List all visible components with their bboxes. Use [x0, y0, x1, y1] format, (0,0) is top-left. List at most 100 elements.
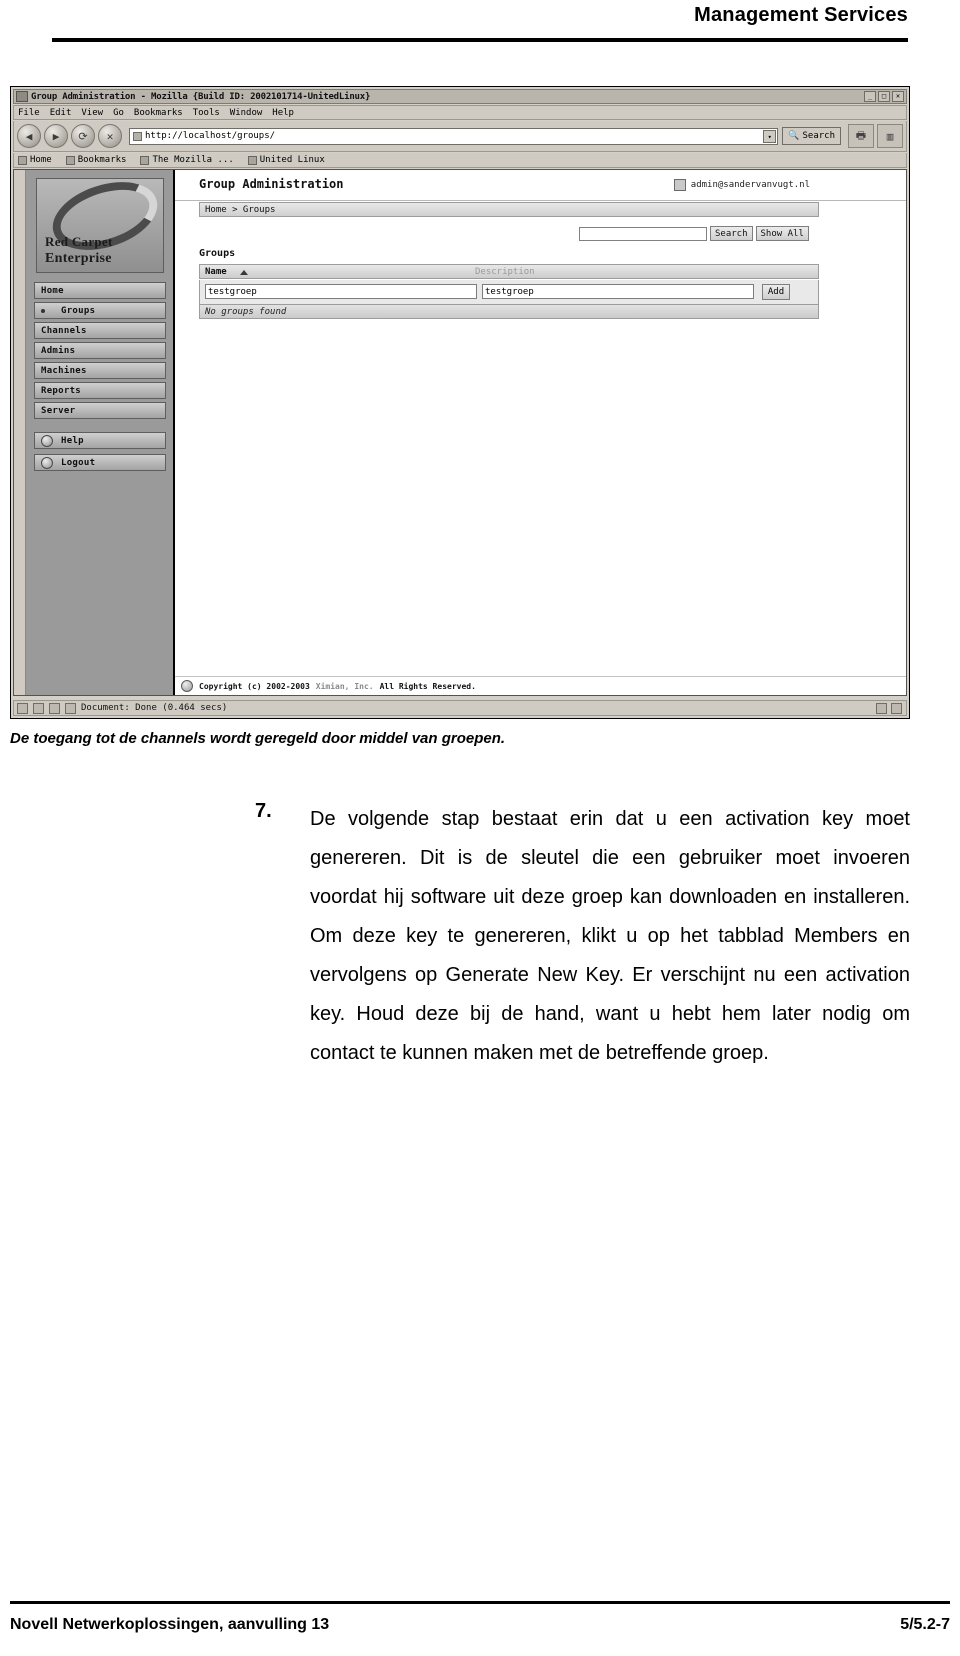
sort-ascending-icon[interactable]: [240, 270, 248, 275]
new-group-description-input[interactable]: [482, 284, 754, 299]
page-footer-rule: [10, 1601, 950, 1604]
sidebar-item-label: Channels: [41, 325, 87, 336]
bookmark-mozilla-label: The Mozilla ...: [152, 155, 234, 165]
sidebar-item-groups[interactable]: Groups: [34, 302, 166, 319]
page-title: Group Administration: [199, 177, 344, 191]
forward-arrow-icon[interactable]: ▶: [44, 124, 68, 148]
popup-blocker-icon[interactable]: [891, 702, 902, 714]
browser-screenshot: Group Administration - Mozilla {Build ID…: [10, 86, 910, 719]
column-header-description[interactable]: Description: [475, 267, 535, 277]
logo-line-2: Enterprise: [45, 251, 112, 266]
current-user: admin@sandervanvugt.nl: [673, 179, 810, 191]
sidebar-item-label: Help: [61, 435, 84, 446]
window-icon: [16, 91, 28, 102]
status-text: Document: Done (0.464 secs): [81, 703, 228, 713]
bookmark-unitedlinux[interactable]: United Linux: [247, 155, 325, 165]
bookmark-home-label: Home: [30, 155, 52, 165]
offline-icon[interactable]: [17, 702, 28, 714]
bookmark-unitedlinux-label: United Linux: [259, 155, 325, 165]
sidebar-item-server[interactable]: Server: [34, 402, 166, 419]
show-all-button[interactable]: Show All: [755, 226, 809, 241]
sidebar-item-channels[interactable]: Channels: [34, 322, 166, 339]
copyright-icon: [181, 680, 193, 692]
bookmark-bookmarks-label: Bookmarks: [77, 155, 127, 165]
sidebar-item-home[interactable]: Home: [34, 282, 166, 299]
copyright-rights: All Rights Reserved.: [379, 681, 476, 691]
panel-title: Groups: [199, 248, 236, 259]
window-buttons: _ □ ✕: [864, 91, 904, 102]
sidebar-item-logout[interactable]: Logout: [34, 454, 166, 471]
browser-viewport: Red Carpet Enterprise Home Groups Channe…: [13, 169, 907, 696]
window-title: Group Administration - Mozilla {Build ID…: [31, 91, 371, 102]
bookmark-bookmarks[interactable]: Bookmarks: [65, 155, 127, 165]
page-proxy-icon: [133, 131, 142, 141]
column-header-name[interactable]: Name: [205, 267, 227, 277]
sidebar-item-label: Logout: [61, 457, 96, 468]
current-user-label: admin@sandervanvugt.nl: [690, 180, 810, 190]
mail-icon[interactable]: [33, 702, 44, 714]
print-icon[interactable]: 🖶: [848, 124, 874, 148]
reload-icon[interactable]: ⟳: [71, 124, 95, 148]
table-row: Add: [199, 280, 819, 304]
page-footer-left: Novell Netwerkoplossingen, aanvulling 13: [10, 1616, 330, 1633]
sidebar-item-admins[interactable]: Admins: [34, 342, 166, 359]
addressbook-icon[interactable]: [65, 702, 76, 714]
logo-line-1: Red Carpet: [45, 234, 113, 249]
minimize-button[interactable]: _: [864, 91, 876, 102]
sidebar-item-label: Server: [41, 405, 76, 416]
chevron-down-icon[interactable]: ▾: [763, 129, 777, 143]
group-search-input[interactable]: [579, 226, 707, 241]
menu-bookmarks[interactable]: Bookmarks: [134, 108, 183, 118]
add-group-button[interactable]: Add: [762, 284, 790, 300]
figure-caption: De toegang tot de channels wordt geregel…: [10, 730, 506, 747]
sidebar-item-reports[interactable]: Reports: [34, 382, 166, 399]
security-icon[interactable]: [876, 702, 887, 714]
address-bar[interactable]: http://localhost/groups/ ▾: [129, 127, 779, 145]
group-search-row: Search Show All: [579, 226, 809, 241]
status-bar: Document: Done (0.464 secs): [13, 700, 907, 716]
sidebar-item-help[interactable]: Help: [34, 432, 166, 449]
menu-file[interactable]: File: [18, 108, 40, 118]
address-bar-value: http://localhost/groups/: [145, 131, 276, 141]
red-carpet-logo: Red Carpet Enterprise: [36, 178, 164, 273]
bullet-icon: [41, 309, 45, 313]
stop-icon[interactable]: ✕: [98, 124, 122, 148]
bookmark-icon: [247, 155, 257, 165]
window-titlebar: Group Administration - Mozilla {Build ID…: [13, 89, 907, 104]
page-header-title: Management Services: [694, 4, 908, 26]
search-icon: 🔍: [788, 131, 800, 141]
user-icon: [673, 179, 686, 191]
app-main: Group Administration admin@sandervanvugt…: [175, 170, 906, 695]
group-search-button[interactable]: Search: [710, 226, 753, 241]
help-icon: [41, 435, 53, 447]
menu-edit[interactable]: Edit: [50, 108, 72, 118]
menu-window[interactable]: Window: [230, 108, 263, 118]
page-header: Management Services: [0, 0, 960, 56]
bookmark-mozilla[interactable]: The Mozilla ...: [140, 155, 234, 165]
sidebar-item-label: Machines: [41, 365, 87, 376]
step-number: 7.: [255, 800, 272, 822]
close-button[interactable]: ✕: [892, 91, 904, 102]
back-arrow-icon[interactable]: ◀: [17, 124, 41, 148]
sidebar-collapse-rail[interactable]: [14, 170, 26, 695]
copyright-company[interactable]: Ximian, Inc.: [316, 682, 374, 691]
bookmark-icon: [140, 155, 150, 165]
menu-tools[interactable]: Tools: [193, 108, 220, 118]
menu-go[interactable]: Go: [113, 108, 124, 118]
bookmark-home[interactable]: Home: [18, 155, 52, 165]
search-button[interactable]: 🔍 Search: [782, 127, 841, 145]
maximize-button[interactable]: □: [878, 91, 890, 102]
search-button-label: Search: [802, 131, 835, 141]
page-header-rule: [52, 38, 908, 42]
empty-state-message: No groups found: [199, 304, 819, 319]
menu-help[interactable]: Help: [272, 108, 294, 118]
composer-icon[interactable]: [49, 702, 60, 714]
status-right-icons: [876, 702, 902, 714]
sidebar-item-label: Home: [41, 285, 64, 296]
sidebar-item-machines[interactable]: Machines: [34, 362, 166, 379]
sidebar-item-label: Admins: [41, 345, 76, 356]
menu-view[interactable]: View: [81, 108, 103, 118]
copyright-text: Copyright (c) 2002-2003: [199, 681, 310, 691]
new-group-name-input[interactable]: [205, 284, 477, 299]
breadcrumb[interactable]: Home > Groups: [199, 202, 819, 217]
